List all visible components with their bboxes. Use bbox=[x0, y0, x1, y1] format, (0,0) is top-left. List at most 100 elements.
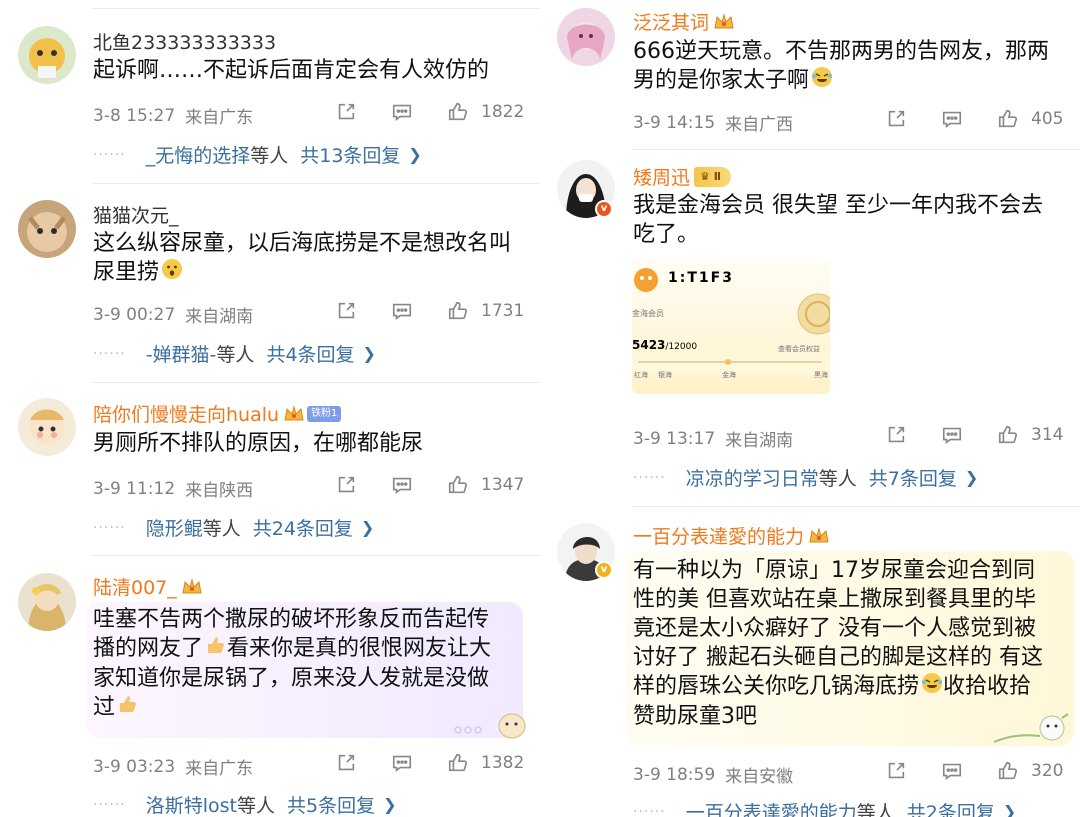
comment-button[interactable] bbox=[941, 108, 963, 130]
avatar[interactable] bbox=[18, 573, 76, 631]
reply-summary[interactable]: ······ 洛斯特lost 等人 共5条回复 ❯ bbox=[93, 791, 396, 817]
location: 来自陕西 bbox=[185, 481, 254, 501]
comment-button[interactable] bbox=[391, 101, 413, 123]
reply-username[interactable]: _无悔的选择 bbox=[146, 141, 251, 168]
reply-username[interactable]: 凉凉的学习日常 bbox=[686, 464, 819, 491]
reply-summary[interactable]: ······ 隐形鲲 等人 共24条回复 ❯ bbox=[93, 514, 374, 541]
comment-text: 我是金海会员 很失望 至少一年内我不会去 吃了。 bbox=[633, 191, 1073, 249]
tier-label: 红海 bbox=[634, 371, 648, 379]
share-button[interactable] bbox=[885, 108, 907, 130]
username[interactable]: 猫猫次元_ bbox=[93, 201, 179, 228]
verified-badge-icon: v bbox=[595, 561, 613, 579]
comment-icon bbox=[942, 111, 962, 128]
action-bar: 320 bbox=[885, 760, 1063, 782]
divider bbox=[632, 506, 1080, 507]
like-button[interactable] bbox=[447, 474, 469, 496]
share-icon bbox=[338, 754, 355, 771]
like-count: 314 bbox=[1031, 425, 1064, 445]
reply-count[interactable]: 共7条回复 bbox=[869, 464, 957, 491]
reply-username[interactable]: -婵群猫- bbox=[146, 340, 217, 367]
like-count: 1347 bbox=[481, 475, 525, 495]
username[interactable]: 矮周迅 bbox=[633, 163, 690, 190]
reply-username[interactable]: 一百分表達愛的能力 bbox=[686, 798, 857, 817]
comment-icon bbox=[942, 763, 962, 780]
like-button[interactable] bbox=[997, 760, 1019, 782]
comment-line: 收拾收拾 bbox=[943, 674, 1032, 699]
comment-button[interactable] bbox=[941, 760, 963, 782]
reply-username[interactable]: 隐形鲲 bbox=[146, 514, 203, 541]
share-button[interactable] bbox=[335, 752, 357, 774]
comment-button[interactable] bbox=[391, 752, 413, 774]
reply-count[interactable]: 共4条回复 bbox=[266, 340, 354, 367]
member-points: 5423/12000 bbox=[632, 338, 697, 352]
share-button[interactable] bbox=[335, 300, 357, 322]
comment-line: 尿里捞 bbox=[93, 260, 160, 285]
avatar[interactable] bbox=[18, 26, 76, 84]
chevron-right-icon: ❯ bbox=[362, 344, 376, 363]
action-bar: 405 bbox=[885, 108, 1063, 130]
surprised-emoji-icon bbox=[161, 258, 183, 288]
username[interactable]: 一百分表達愛的能力 bbox=[633, 522, 804, 549]
like-button[interactable] bbox=[447, 300, 469, 322]
reply-dots: ······ bbox=[93, 345, 126, 362]
comment-line: 讨好了 搬起石头砸自己的脚是这样的 有这 bbox=[633, 645, 1043, 670]
reply-dots: ······ bbox=[633, 803, 666, 817]
username[interactable]: 陆清007_ bbox=[93, 573, 177, 600]
right-comment-column: 泛泛其词 666逆天玩意。不告那两男的告网友，那两 男的是你家太子啊 3-9 1… bbox=[540, 0, 1080, 817]
like-button[interactable] bbox=[997, 424, 1019, 446]
reply-count[interactable]: 共5条回复 bbox=[287, 791, 375, 817]
share-button[interactable] bbox=[335, 474, 357, 496]
divider bbox=[92, 382, 540, 383]
vip-crown-icon: ♛ bbox=[700, 169, 710, 183]
reply-count[interactable]: 共24条回复 bbox=[253, 514, 353, 541]
membership-card-image[interactable]: 1:T1F3 金海会员 5423/12000 查看会员权益 红海 银海 金海 黑… bbox=[632, 258, 830, 394]
avatar[interactable] bbox=[18, 398, 76, 456]
like-icon bbox=[448, 753, 468, 772]
comment-icon bbox=[942, 427, 962, 444]
comment-button[interactable] bbox=[941, 424, 963, 446]
comment-icon bbox=[392, 104, 412, 121]
comment-icon bbox=[392, 755, 412, 772]
username[interactable]: 陪你们慢慢走向hualu bbox=[93, 400, 279, 427]
reply-count[interactable]: 共2条回复 bbox=[907, 798, 995, 817]
like-button[interactable] bbox=[997, 108, 1019, 130]
reply-dots: ······ bbox=[93, 146, 126, 163]
share-button[interactable] bbox=[885, 760, 907, 782]
comment-meta: 3-9 00:27 来自湖南 bbox=[93, 302, 253, 328]
reply-summary[interactable]: ······ 一百分表達愛的能力 等人 共2条回复 ❯ bbox=[633, 798, 1016, 817]
avatar[interactable] bbox=[557, 8, 615, 66]
avatar[interactable] bbox=[18, 200, 76, 258]
action-bar: 314 bbox=[885, 424, 1063, 446]
like-icon bbox=[448, 102, 468, 121]
reply-summary[interactable]: ······ 凉凉的学习日常 等人 共7条回复 ❯ bbox=[633, 464, 978, 491]
reply-username[interactable]: 洛斯特lost bbox=[146, 791, 237, 817]
verified-badge-icon: v bbox=[595, 200, 613, 218]
username[interactable]: 北鱼233333333333 bbox=[93, 28, 276, 55]
comment-line: 播的网友了 bbox=[93, 636, 204, 661]
like-button[interactable] bbox=[447, 101, 469, 123]
username[interactable]: 泛泛其词 bbox=[633, 8, 709, 35]
comment-line: 吃了。 bbox=[633, 222, 700, 247]
reply-count[interactable]: 共13条回复 bbox=[300, 141, 400, 168]
reply-summary[interactable]: ······ _无悔的选择 等人 共13条回复 ❯ bbox=[93, 141, 422, 168]
reply-label: 等人 bbox=[818, 468, 857, 490]
like-icon bbox=[998, 761, 1018, 780]
comment-button[interactable] bbox=[391, 474, 413, 496]
like-count: 320 bbox=[1031, 761, 1064, 781]
reply-summary[interactable]: ······ -婵群猫- 等人 共4条回复 ❯ bbox=[93, 340, 376, 367]
like-button[interactable] bbox=[447, 752, 469, 774]
thumbs-up-icon bbox=[205, 634, 227, 664]
username-row: 陆清007_ bbox=[93, 573, 203, 600]
timestamp: 3-9 18:59 bbox=[633, 764, 716, 785]
share-button[interactable] bbox=[885, 424, 907, 446]
comment-line: 我是金海会员 很失望 至少一年内我不会去 bbox=[633, 193, 1043, 218]
left-comment-column: 北鱼233333333333 起诉啊……不起诉后面肯定会有人效仿的 3-8 15… bbox=[0, 0, 540, 817]
comment-button[interactable] bbox=[391, 300, 413, 322]
action-bar: 1731 bbox=[335, 300, 524, 322]
action-bar: 1347 bbox=[335, 474, 524, 496]
reply-label: 等人 bbox=[250, 145, 289, 167]
username-row: 泛泛其词 bbox=[633, 8, 735, 35]
reply-label: 等人 bbox=[202, 518, 241, 540]
share-button[interactable] bbox=[335, 101, 357, 123]
brand-logo: 1:T1F3 bbox=[668, 270, 734, 286]
